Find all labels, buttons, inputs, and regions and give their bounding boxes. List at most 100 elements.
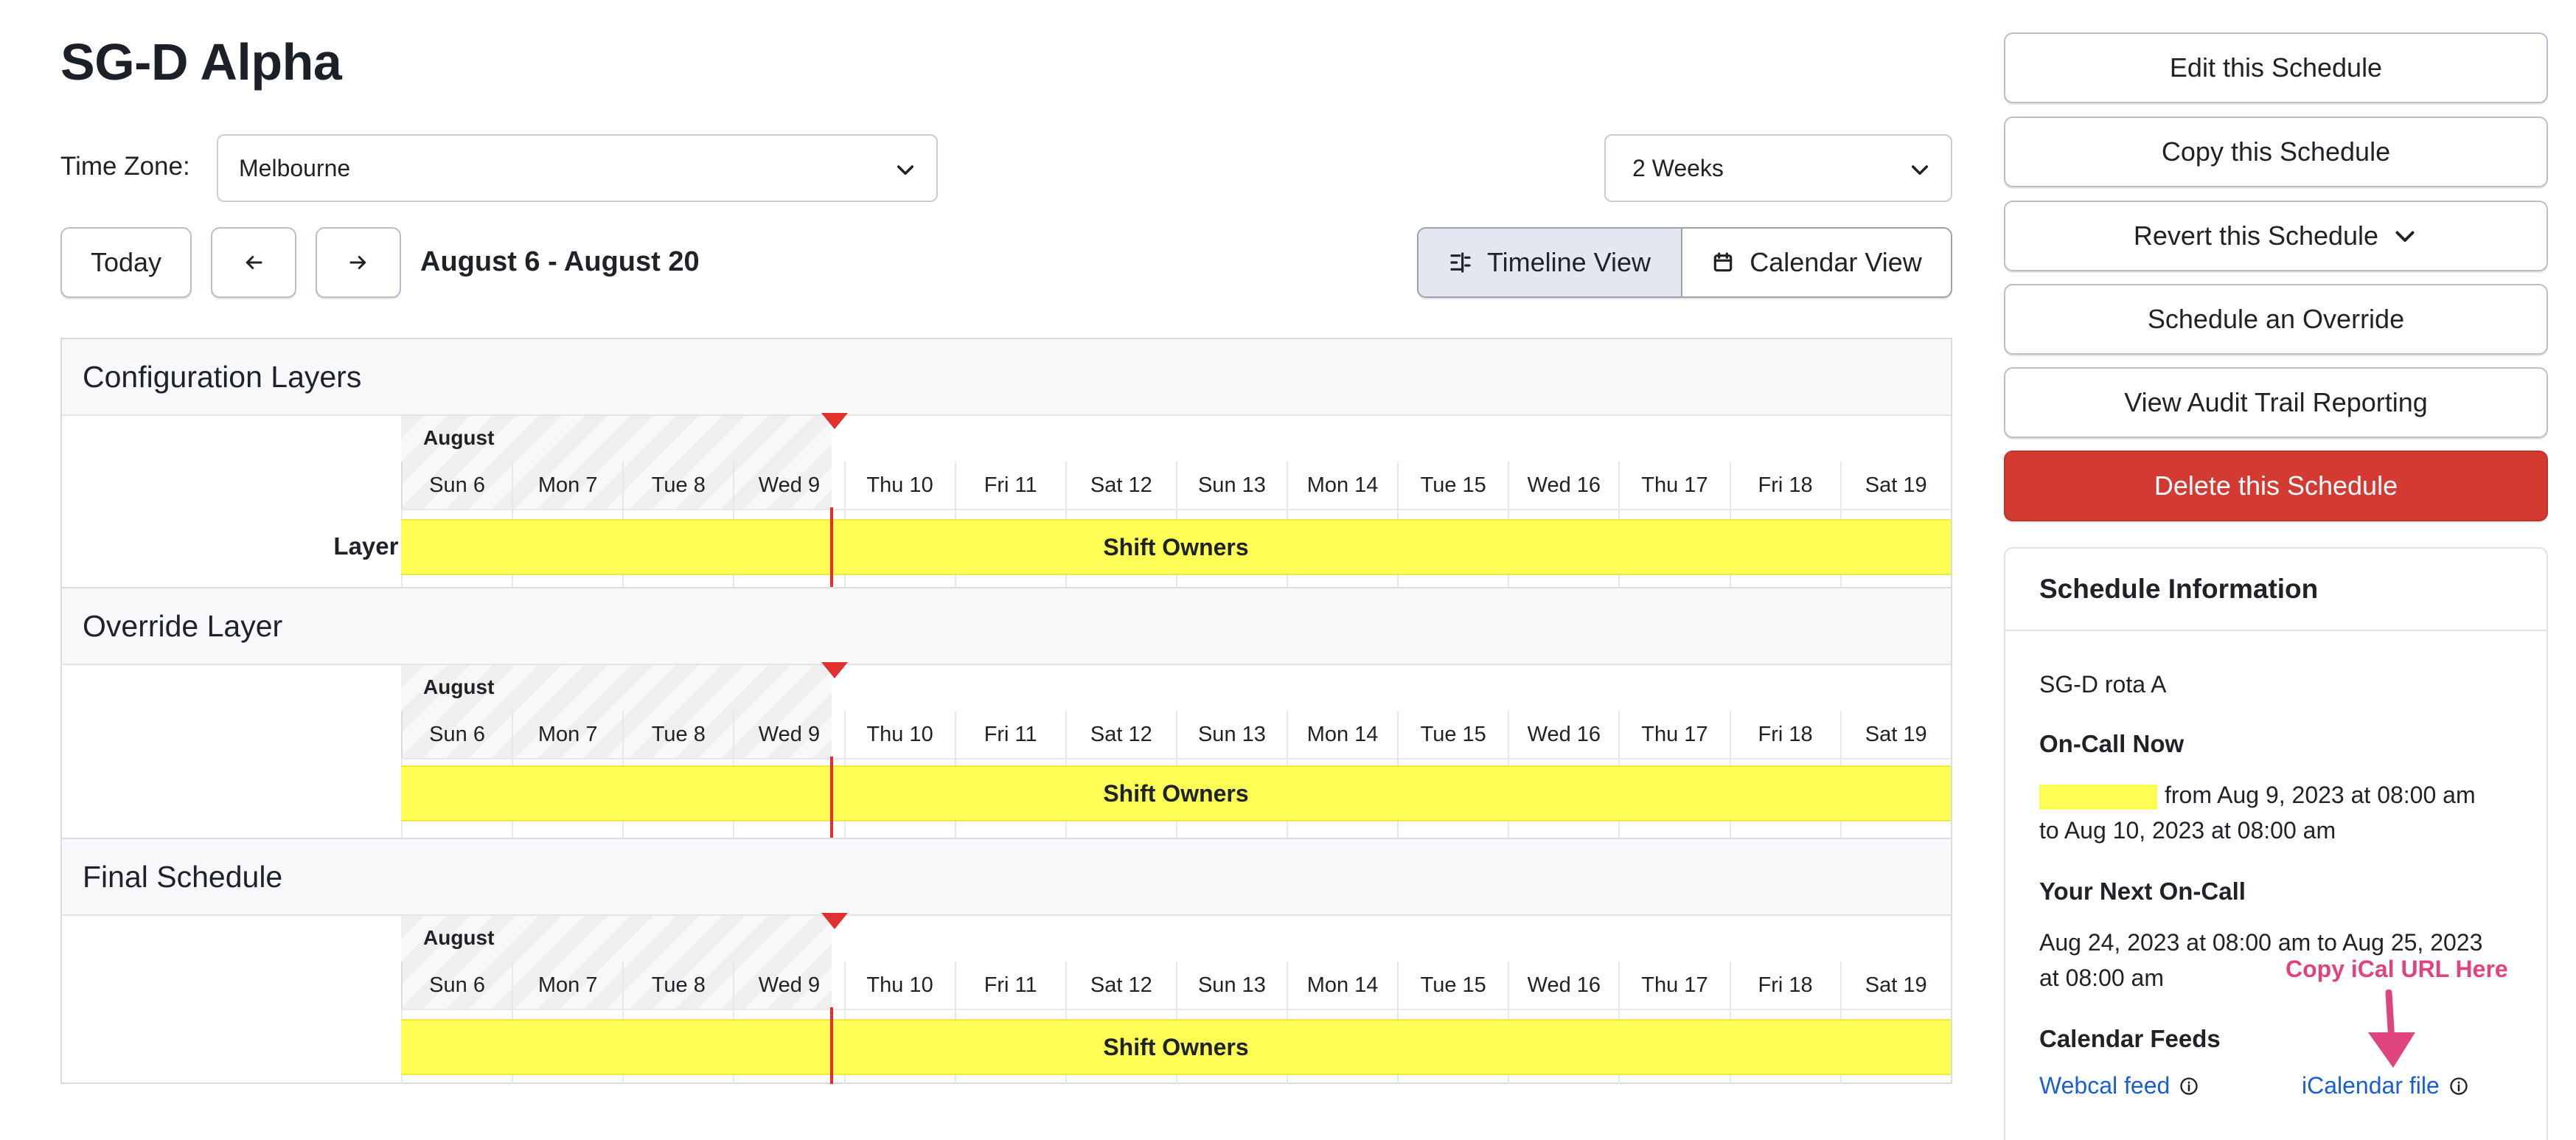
chevron-down-icon xyxy=(2395,231,2415,242)
day-header: Sun 13 xyxy=(1175,462,1287,509)
redacted-name xyxy=(2039,784,2157,810)
day-header: Fri 18 xyxy=(1729,462,1840,509)
day-header: Sat 19 xyxy=(1839,462,1951,509)
arrow-right-icon xyxy=(349,256,366,269)
info-icon xyxy=(2450,1077,2468,1095)
day-header: Thu 10 xyxy=(843,711,955,758)
webcal-feed-label: Webcal feed xyxy=(2039,1072,2171,1099)
day-header: Sat 19 xyxy=(1839,962,1951,1009)
icalendar-file-label: iCalendar file xyxy=(2302,1072,2440,1099)
day-header: Sat 12 xyxy=(1065,711,1176,758)
timeline-view-label: Timeline View xyxy=(1486,247,1651,277)
webcal-feed-link[interactable]: Webcal feed xyxy=(2039,1072,2199,1099)
date-range: August 6 - August 20 xyxy=(420,246,700,277)
range-select[interactable]: 2 Weeks xyxy=(1604,134,1952,202)
day-header: Mon 14 xyxy=(1287,462,1397,509)
schedule-override-button[interactable]: Schedule an Override xyxy=(2004,284,2548,355)
annotation-arrow-icon xyxy=(2368,990,2415,1068)
copy-schedule-label: Copy this Schedule xyxy=(2161,136,2391,167)
month-label: August xyxy=(423,426,495,449)
day-header: Mon 14 xyxy=(1287,711,1397,758)
arrow-left-icon xyxy=(246,256,262,269)
range-value: 2 Weeks xyxy=(1632,154,1724,181)
now-line xyxy=(830,1007,833,1084)
now-line xyxy=(830,757,833,838)
edit-schedule-button[interactable]: Edit this Schedule xyxy=(2004,32,2548,103)
day-header: Wed 16 xyxy=(1508,962,1618,1009)
revert-schedule-label: Revert this Schedule xyxy=(2133,220,2379,251)
final-schedule-section: Final Schedule August Sun 6 Mon 7 Tue 8 … xyxy=(62,838,1951,1084)
page-title: SG-D Alpha xyxy=(60,33,342,91)
section-title: Override Layer xyxy=(62,588,1951,665)
day-header: Fri 11 xyxy=(954,462,1065,509)
delete-schedule-button[interactable]: Delete this Schedule xyxy=(2004,451,2548,521)
section-title: Configuration Layers xyxy=(62,339,1951,416)
shift-bar[interactable]: Shift Owners xyxy=(401,765,1951,821)
next-button[interactable] xyxy=(316,227,401,298)
day-header: Sat 12 xyxy=(1065,462,1176,509)
day-headers: Sun 6 Mon 7 Tue 8 Wed 9 Thu 10 Fri 11 Sa… xyxy=(401,462,1951,510)
configuration-layers-section: Configuration Layers Layer 1 August Sun … xyxy=(62,339,1951,587)
on-call-now-label: On-Call Now xyxy=(2039,730,2185,757)
timeline: August Sun 6 Mon 7 Tue 8 Wed 9 Thu 10 Fr… xyxy=(401,913,1951,1084)
day-header: Tue 8 xyxy=(622,962,733,1009)
annotation-text: Copy iCal URL Here xyxy=(2286,956,2508,982)
now-marker-icon xyxy=(821,913,848,929)
timezone-label: Time Zone: xyxy=(60,152,190,181)
day-header: Wed 16 xyxy=(1508,711,1618,758)
day-header: Tue 8 xyxy=(622,462,733,509)
today-label: Today xyxy=(90,247,162,277)
previous-button[interactable] xyxy=(211,227,296,298)
on-call-now-detail: from Aug 9, 2023 at 08:00 am to Aug 10, … xyxy=(2039,777,2476,848)
view-toggle: Timeline View Calendar View xyxy=(1417,227,1952,298)
now-marker-icon xyxy=(821,413,848,429)
day-headers: Sun 6 Mon 7 Tue 8 Wed 9 Thu 10 Fri 11 Sa… xyxy=(401,711,1951,760)
day-header: Sun 6 xyxy=(401,711,512,758)
calendar-view-label: Calendar View xyxy=(1750,247,1922,277)
on-call-now-line1: from Aug 9, 2023 at 08:00 am xyxy=(2165,782,2476,808)
audit-trail-button[interactable]: View Audit Trail Reporting xyxy=(2004,367,2548,438)
shift-bar[interactable]: Shift Owners xyxy=(401,519,1951,575)
chevron-down-icon xyxy=(897,165,914,175)
revert-schedule-button[interactable]: Revert this Schedule xyxy=(2004,201,2548,271)
timezone-select[interactable]: Melbourne xyxy=(217,134,938,202)
override-layer-section: Override Layer August Sun 6 Mon 7 Tue 8 … xyxy=(62,587,1951,838)
calendar-view-button[interactable]: Calendar View xyxy=(1682,229,1951,296)
day-header: Thu 10 xyxy=(843,962,955,1009)
next-on-call-label: Your Next On-Call xyxy=(2039,877,2246,905)
now-line xyxy=(830,507,833,587)
shift-bar[interactable]: Shift Owners xyxy=(401,1019,1951,1075)
schedule-panel: Configuration Layers Layer 1 August Sun … xyxy=(60,338,1952,1084)
day-header: Sun 6 xyxy=(401,962,512,1009)
schedule-override-label: Schedule an Override xyxy=(2147,304,2405,334)
day-header: Tue 8 xyxy=(622,711,733,758)
day-header: Sat 12 xyxy=(1065,962,1176,1009)
timeline-view-button[interactable]: Timeline View xyxy=(1418,229,1682,296)
day-header: Thu 17 xyxy=(1618,462,1729,509)
icalendar-file-link[interactable]: iCalendar file xyxy=(2302,1072,2469,1099)
next-on-call-line1: Aug 24, 2023 at 08:00 am to Aug 25, 2023 xyxy=(2039,929,2483,956)
info-icon xyxy=(2180,1077,2198,1095)
day-header: Sun 13 xyxy=(1175,962,1287,1009)
month-label: August xyxy=(423,675,495,698)
day-header: Tue 15 xyxy=(1397,462,1508,509)
today-button[interactable]: Today xyxy=(60,227,192,298)
day-header: Wed 9 xyxy=(733,962,843,1009)
shift-bar-label: Shift Owners xyxy=(1103,779,1249,807)
day-header: Wed 16 xyxy=(1508,462,1618,509)
day-header: Mon 7 xyxy=(512,962,622,1009)
now-marker-icon xyxy=(821,662,848,678)
day-header: Fri 11 xyxy=(954,711,1065,758)
day-header: Sun 13 xyxy=(1175,711,1287,758)
shift-bar-label: Shift Owners xyxy=(1103,533,1249,560)
calendar-icon xyxy=(1713,252,1733,272)
shift-bar-label: Shift Owners xyxy=(1103,1033,1249,1060)
section-title: Final Schedule xyxy=(62,839,1951,916)
calendar-feeds-label: Calendar Feeds xyxy=(2039,1025,2221,1052)
chevron-down-icon xyxy=(1911,165,1929,175)
info-heading: Schedule Information xyxy=(2005,549,2547,631)
day-header: Wed 9 xyxy=(733,462,843,509)
day-header: Tue 15 xyxy=(1397,711,1508,758)
copy-schedule-button[interactable]: Copy this Schedule xyxy=(2004,117,2548,187)
schedule-information-card: Schedule Information SG-D rota A On-Call… xyxy=(2004,547,2548,1140)
